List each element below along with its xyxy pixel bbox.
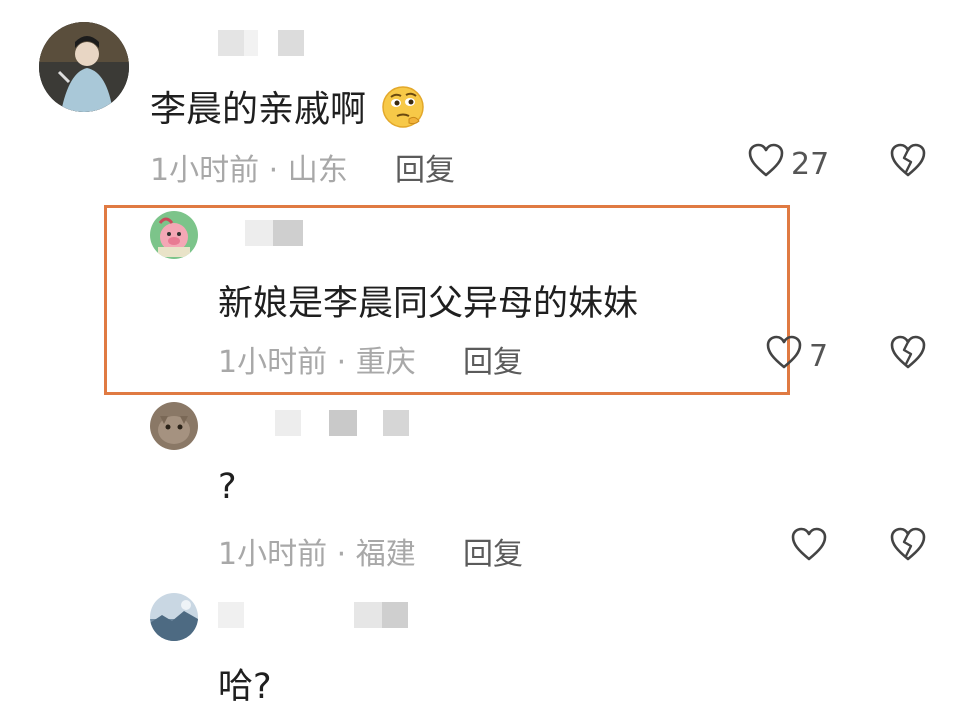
reply-button[interactable]: 回复 bbox=[463, 337, 523, 381]
broken-heart-icon bbox=[889, 335, 927, 374]
like-button[interactable] bbox=[790, 526, 828, 570]
heart-outline-icon bbox=[747, 142, 785, 186]
dislike-button[interactable] bbox=[889, 334, 927, 374]
avatar[interactable] bbox=[150, 402, 198, 450]
avatar[interactable] bbox=[150, 211, 198, 259]
username-blurred[interactable] bbox=[245, 220, 303, 248]
comment-text: ? bbox=[218, 467, 237, 507]
heart-outline-icon bbox=[765, 334, 803, 378]
comment-text: 李晨的亲戚啊 bbox=[150, 80, 425, 138]
comment-text: 哈? bbox=[218, 667, 272, 707]
broken-heart-icon bbox=[889, 143, 927, 182]
like-button[interactable]: 7 bbox=[765, 334, 828, 378]
avatar[interactable] bbox=[150, 593, 198, 641]
comment-meta: 1小时前 · 福建 bbox=[218, 537, 416, 572]
like-count: 7 bbox=[809, 338, 829, 374]
username-blurred[interactable] bbox=[218, 602, 408, 630]
dislike-button[interactable] bbox=[889, 142, 927, 182]
like-button[interactable]: 27 bbox=[747, 142, 829, 186]
username-blurred[interactable] bbox=[275, 410, 409, 438]
reply-button[interactable]: 回复 bbox=[463, 529, 523, 573]
comment-text: 新娘是李晨同父异母的妹妹 bbox=[218, 284, 639, 324]
avatar[interactable] bbox=[39, 22, 129, 112]
comment-meta: 1小时前 · 山东 bbox=[150, 153, 348, 188]
thinking-face-icon bbox=[381, 85, 425, 138]
like-count: 27 bbox=[791, 146, 830, 182]
username-blurred[interactable] bbox=[218, 30, 304, 58]
dislike-button[interactable] bbox=[889, 526, 927, 566]
heart-outline-icon bbox=[790, 526, 828, 570]
broken-heart-icon bbox=[889, 527, 927, 566]
reply-button[interactable]: 回复 bbox=[395, 145, 455, 189]
comment-meta: 1小时前 · 重庆 bbox=[218, 345, 416, 380]
